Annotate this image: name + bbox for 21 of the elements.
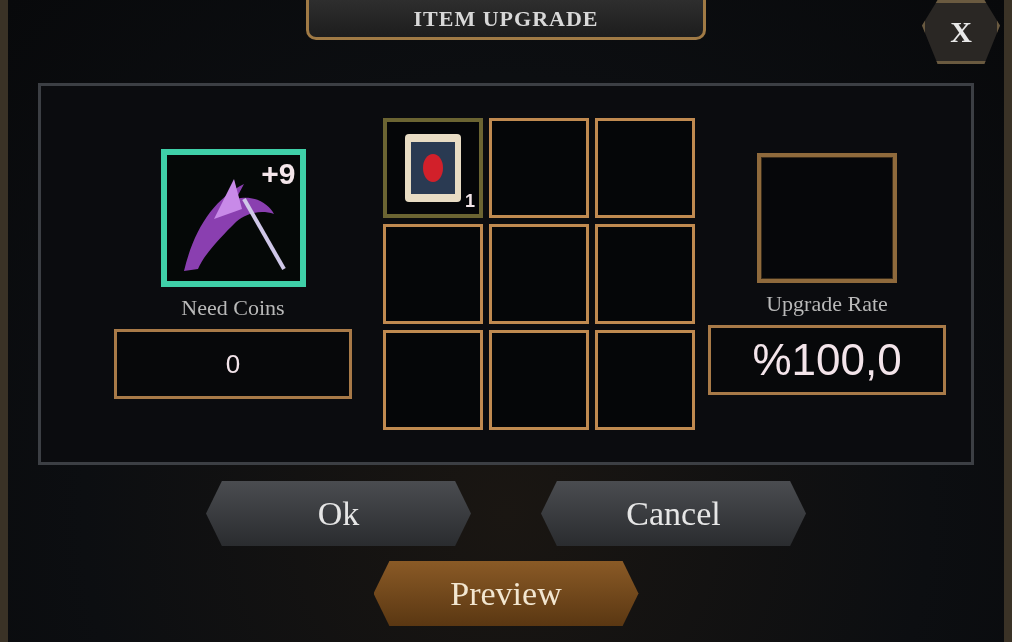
empty-slot[interactable]: [595, 224, 695, 324]
material-slot[interactable]: 1: [383, 118, 483, 218]
empty-slot[interactable]: [383, 224, 483, 324]
need-coins-label: Need Coins: [181, 295, 285, 321]
coins-value: 0: [114, 329, 352, 399]
item-slot[interactable]: +9: [160, 149, 306, 287]
empty-slot[interactable]: [595, 118, 695, 218]
dialog-button[interactable]: Cancel: [541, 481, 806, 546]
dialog-button[interactable]: Ok: [206, 481, 471, 546]
close-button[interactable]: X: [922, 0, 1000, 64]
item-level: +9: [261, 157, 296, 191]
empty-slot[interactable]: [489, 330, 589, 430]
preview-button[interactable]: Preview: [373, 561, 639, 626]
empty-slot[interactable]: [489, 118, 589, 218]
upgrade-rate-value: %100,0: [708, 325, 946, 395]
upgrade-rate-label: Upgrade Rate: [766, 291, 888, 317]
window-title: ITEM UPGRADE: [306, 0, 706, 40]
empty-slot[interactable]: [489, 224, 589, 324]
item-count: 1: [465, 191, 475, 212]
empty-slot[interactable]: [383, 330, 483, 430]
empty-slot[interactable]: [595, 330, 695, 430]
